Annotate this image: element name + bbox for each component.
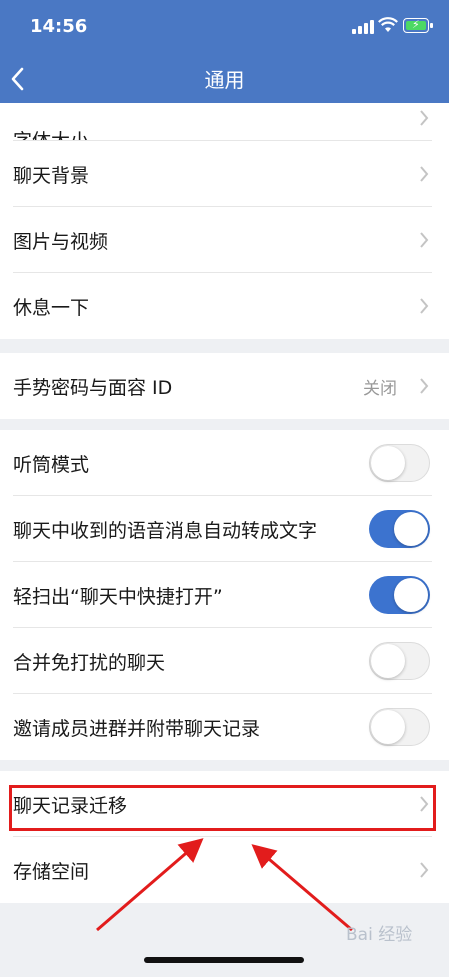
- chevron-right-icon: [420, 298, 429, 314]
- watermark: Bai 经验: [346, 925, 413, 945]
- row-label: 休息一下: [13, 296, 90, 319]
- section-display: 字体大小 聊天背景 图片与视频 休息一下: [0, 103, 449, 339]
- row-invite-with-history: 邀请成员进群并附带聊天记录: [0, 694, 449, 760]
- chevron-right-icon: [420, 232, 429, 248]
- row-label: 存储空间: [13, 860, 90, 883]
- row-font-size[interactable]: 字体大小: [0, 103, 449, 141]
- row-label: 邀请成员进群并附带聊天记录: [13, 717, 261, 740]
- earpiece-mode-toggle[interactable]: [369, 444, 430, 482]
- row-label: 字体大小: [13, 130, 90, 141]
- settings-list: 字体大小 聊天背景 图片与视频 休息一下 手势密码与面容 ID 关闭 听筒模式 …: [0, 103, 449, 903]
- voice-to-text-toggle[interactable]: [369, 510, 430, 548]
- row-gesture-face-id[interactable]: 手势密码与面容 ID 关闭: [0, 353, 449, 419]
- nav-header: 14:56 ⚡ 通用: [0, 0, 449, 103]
- section-security: 手势密码与面容 ID 关闭: [0, 353, 449, 419]
- invite-with-history-toggle[interactable]: [369, 708, 430, 746]
- row-label: 听筒模式: [13, 453, 90, 476]
- row-label: 轻扫出“聊天中快捷打开”: [13, 585, 223, 608]
- row-earpiece-mode: 听筒模式: [0, 430, 449, 496]
- chevron-right-icon: [420, 378, 429, 394]
- signal-icon: [352, 20, 374, 34]
- swipe-quick-open-toggle[interactable]: [369, 576, 430, 614]
- chevron-right-icon: [420, 166, 429, 182]
- wifi-icon: [378, 17, 398, 32]
- row-label: 聊天背景: [13, 164, 90, 187]
- row-voice-to-text: 聊天中收到的语音消息自动转成文字: [0, 496, 449, 562]
- row-label: 手势密码与面容 ID: [13, 376, 173, 399]
- highlight-box: [9, 785, 436, 831]
- row-label: 图片与视频: [13, 230, 109, 253]
- row-value: 关闭: [363, 378, 397, 399]
- battery-icon: ⚡: [403, 18, 433, 33]
- row-photos-videos[interactable]: 图片与视频: [0, 207, 449, 273]
- row-label: 聊天中收到的语音消息自动转成文字: [13, 519, 318, 542]
- page-title: 通用: [204, 68, 245, 92]
- row-swipe-quick-open: 轻扫出“聊天中快捷打开”: [0, 562, 449, 628]
- row-merge-muted-chats: 合并免打扰的聊天: [0, 628, 449, 694]
- merge-muted-chats-toggle[interactable]: [369, 642, 430, 680]
- home-indicator[interactable]: [144, 957, 304, 963]
- row-label: 合并免打扰的聊天: [13, 651, 166, 674]
- status-time: 14:56: [30, 16, 88, 37]
- section-toggles: 听筒模式 聊天中收到的语音消息自动转成文字 轻扫出“聊天中快捷打开” 合并免打扰…: [0, 430, 449, 760]
- row-storage-space[interactable]: 存储空间: [0, 837, 449, 903]
- chevron-right-icon: [420, 110, 429, 126]
- row-chat-background[interactable]: 聊天背景: [0, 141, 449, 207]
- row-take-a-break[interactable]: 休息一下: [0, 273, 449, 339]
- chevron-right-icon: [420, 862, 429, 878]
